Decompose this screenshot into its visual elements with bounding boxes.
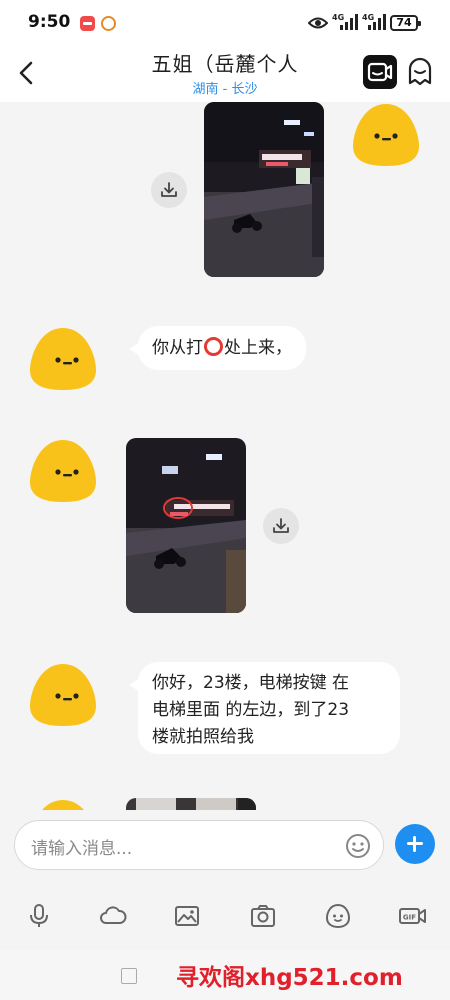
add-attachment-button[interactable] bbox=[395, 824, 435, 864]
message-text: 你从打 bbox=[152, 338, 203, 358]
image-button[interactable] bbox=[173, 902, 201, 930]
emoji-icon[interactable] bbox=[345, 833, 371, 859]
message-image[interactable] bbox=[126, 438, 246, 613]
contact-avatar[interactable] bbox=[28, 326, 98, 392]
message-image[interactable] bbox=[126, 798, 256, 810]
cloud-button[interactable] bbox=[99, 902, 127, 930]
system-nav-bar: 寻欢阁xhg521.com bbox=[0, 950, 450, 1000]
camera-button[interactable] bbox=[249, 902, 277, 930]
chat-header: 五姐（岳麓个人 湖南 - 长沙 bbox=[0, 44, 450, 102]
my-avatar[interactable] bbox=[351, 102, 421, 168]
input-toolbar: GIF bbox=[0, 880, 450, 950]
message-input[interactable]: 请输入消息... bbox=[14, 820, 384, 870]
sticker-icon bbox=[325, 903, 351, 929]
yellow-blob-avatar bbox=[42, 800, 84, 810]
signal-icon-1 bbox=[340, 14, 358, 30]
image-icon bbox=[175, 906, 199, 926]
message-bubble[interactable]: 你好，23楼，电梯按键 在 电梯里面 的左边，到了23 楼就拍照给我 bbox=[129, 662, 400, 754]
yellow-blob-avatar bbox=[30, 328, 96, 390]
battery-indicator: 74 bbox=[390, 15, 421, 31]
message-image[interactable] bbox=[204, 102, 324, 277]
message-line: 电梯里面 的左边，到了23 bbox=[152, 700, 350, 720]
signal-icon-2 bbox=[368, 14, 386, 30]
message-line: 你好，23楼，电梯按键 在 bbox=[152, 673, 350, 693]
download-button[interactable] bbox=[151, 172, 187, 208]
svg-text:GIF: GIF bbox=[403, 914, 416, 922]
notification-app-icon bbox=[80, 16, 95, 31]
gif-button[interactable]: GIF bbox=[399, 902, 427, 930]
partial-photo bbox=[126, 798, 256, 810]
site-watermark: 寻欢阁xhg521.com bbox=[176, 965, 403, 991]
contact-avatar[interactable] bbox=[28, 662, 98, 728]
yellow-blob-avatar bbox=[353, 104, 419, 166]
message-composer: 请输入消息... bbox=[0, 810, 450, 880]
video-call-icon bbox=[367, 62, 393, 82]
status-time: 9:50 bbox=[28, 12, 71, 32]
night-street-photo bbox=[204, 102, 324, 277]
microphone-button[interactable] bbox=[25, 902, 53, 930]
yellow-blob-avatar bbox=[30, 664, 96, 726]
cloud-icon bbox=[100, 906, 127, 924]
message-list[interactable]: 你从打 处上来， 你好，23楼，电梯按键 在 电梯里面 的左边，到了23 楼就拍… bbox=[0, 102, 450, 810]
message-bubble[interactable]: 你从打 处上来， bbox=[129, 326, 306, 370]
eye-comfort-icon bbox=[308, 17, 328, 29]
sticker-button[interactable] bbox=[324, 902, 352, 930]
recent-apps-button[interactable] bbox=[121, 968, 137, 984]
contact-avatar[interactable] bbox=[28, 438, 98, 504]
message-text-cont: 处上来， bbox=[224, 338, 292, 358]
profile-ghost-icon[interactable] bbox=[406, 56, 434, 88]
download-button[interactable] bbox=[263, 508, 299, 544]
notification-app-icon-2 bbox=[101, 16, 116, 31]
contact-avatar[interactable] bbox=[28, 798, 98, 810]
download-icon bbox=[273, 518, 289, 533]
red-circle-emoji-icon bbox=[204, 337, 223, 356]
message-line: 楼就拍照给我 bbox=[152, 727, 254, 747]
camera-icon bbox=[251, 905, 275, 927]
microphone-icon bbox=[30, 904, 48, 927]
status-bar: 9:50 4G 4G 74 bbox=[0, 0, 450, 44]
video-call-button[interactable] bbox=[363, 55, 397, 89]
yellow-blob-avatar bbox=[30, 440, 96, 502]
night-street-photo-annotated bbox=[126, 438, 246, 613]
gif-icon: GIF bbox=[399, 908, 426, 924]
download-icon bbox=[161, 182, 177, 197]
message-input-placeholder: 请输入消息... bbox=[31, 839, 133, 859]
